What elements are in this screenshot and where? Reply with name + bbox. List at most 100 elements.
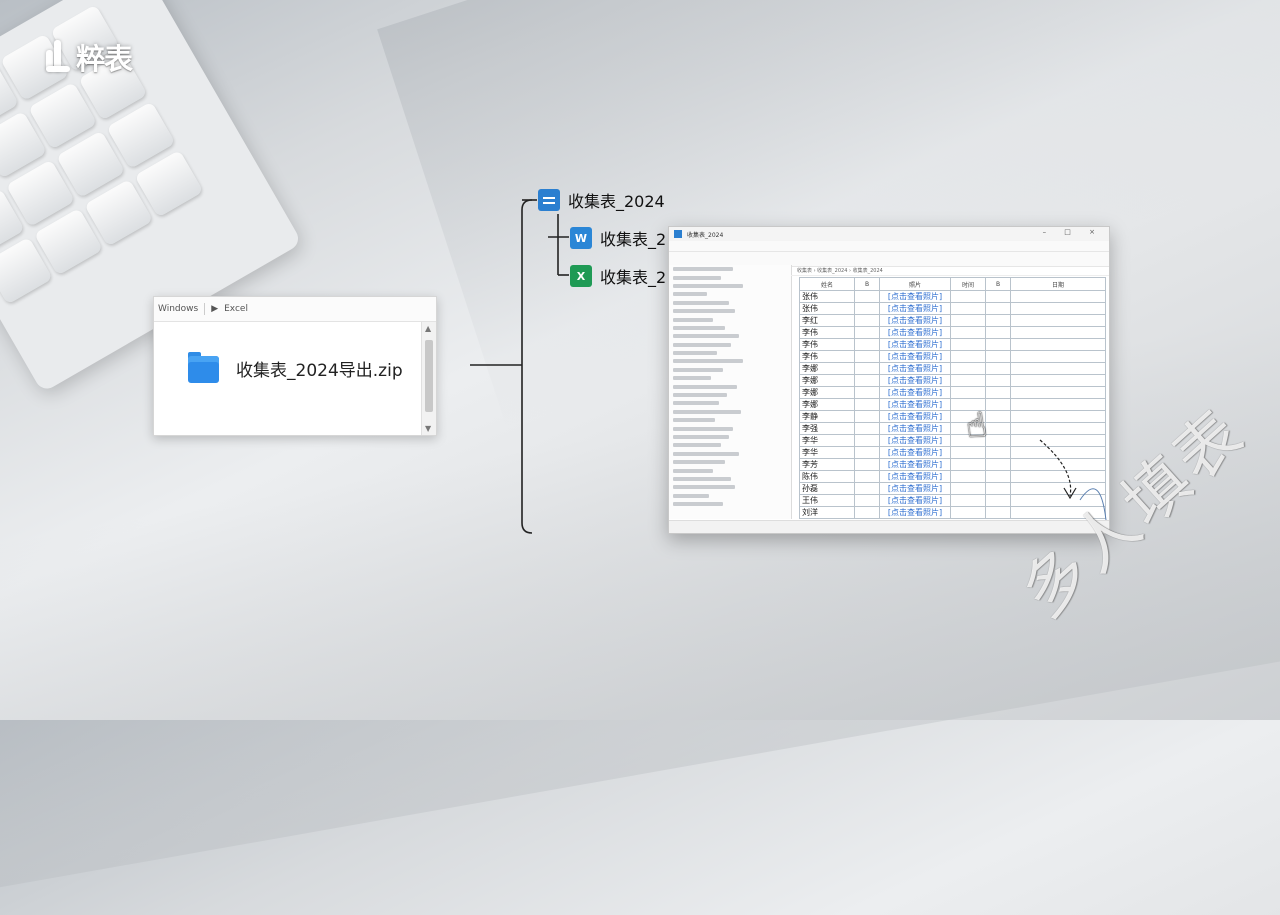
name-cell[interactable]: 孙磊: [799, 482, 855, 495]
side-panel-item[interactable]: [669, 315, 791, 323]
empty-cell[interactable]: [950, 494, 986, 507]
side-panel-item[interactable]: [669, 408, 791, 416]
empty-cell[interactable]: [854, 386, 880, 399]
photo-link[interactable]: [点击查看照片]: [879, 458, 951, 471]
empty-cell[interactable]: [950, 326, 986, 339]
side-panel-item[interactable]: [669, 416, 791, 424]
name-cell[interactable]: 张伟: [799, 302, 855, 315]
column-header[interactable]: 日期: [1010, 277, 1106, 291]
empty-cell[interactable]: [985, 362, 1011, 375]
empty-cell[interactable]: [854, 470, 880, 483]
column-header[interactable]: B: [854, 277, 880, 291]
toolbar-item-windows[interactable]: Windows: [158, 304, 198, 314]
toolbar-item-excel[interactable]: Excel: [224, 304, 248, 314]
side-panel-item[interactable]: [669, 433, 791, 441]
empty-cell[interactable]: [1010, 290, 1106, 303]
empty-cell[interactable]: [950, 506, 986, 519]
empty-cell[interactable]: [985, 446, 1011, 459]
table-row[interactable]: 李伟 [点击查看照片]: [799, 350, 1106, 363]
table-row[interactable]: 李伟 [点击查看照片]: [799, 338, 1106, 351]
name-cell[interactable]: 李华: [799, 446, 855, 459]
empty-cell[interactable]: [854, 494, 880, 507]
side-panel-item[interactable]: [669, 458, 791, 466]
empty-cell[interactable]: [854, 458, 880, 471]
empty-cell[interactable]: [985, 302, 1011, 315]
photo-link[interactable]: [点击查看照片]: [879, 314, 951, 327]
empty-cell[interactable]: [950, 290, 986, 303]
photo-link[interactable]: [点击查看照片]: [879, 494, 951, 507]
empty-cell[interactable]: [1010, 446, 1106, 459]
empty-cell[interactable]: [1010, 338, 1106, 351]
photo-link[interactable]: [点击查看照片]: [879, 434, 951, 447]
empty-cell[interactable]: [985, 458, 1011, 471]
empty-cell[interactable]: [854, 350, 880, 363]
table-row[interactable]: 李娜 [点击查看照片]: [799, 362, 1106, 375]
name-cell[interactable]: 李伟: [799, 350, 855, 363]
empty-cell[interactable]: [950, 446, 986, 459]
empty-cell[interactable]: [985, 398, 1011, 411]
table-row[interactable]: 陈伟 [点击查看照片]: [799, 470, 1106, 483]
side-panel-item[interactable]: [669, 366, 791, 374]
tree-root[interactable]: 收集表_2024: [538, 188, 665, 212]
side-panel-item[interactable]: [669, 475, 791, 483]
side-panel-item[interactable]: [669, 391, 791, 399]
empty-cell[interactable]: [1010, 374, 1106, 387]
empty-cell[interactable]: [985, 326, 1011, 339]
side-panel-item[interactable]: [669, 466, 791, 474]
empty-cell[interactable]: [854, 374, 880, 387]
photo-link[interactable]: [点击查看照片]: [879, 506, 951, 519]
empty-cell[interactable]: [950, 338, 986, 351]
name-cell[interactable]: 李娜: [799, 398, 855, 411]
side-panel-item[interactable]: [669, 273, 791, 281]
empty-cell[interactable]: [985, 494, 1011, 507]
empty-cell[interactable]: [854, 290, 880, 303]
column-header[interactable]: 照片: [879, 277, 951, 291]
name-cell[interactable]: 李娜: [799, 386, 855, 399]
empty-cell[interactable]: [985, 422, 1011, 435]
table-row[interactable]: 李华 [点击查看照片]: [799, 446, 1106, 459]
side-panel-item[interactable]: [669, 483, 791, 491]
empty-cell[interactable]: [950, 302, 986, 315]
empty-cell[interactable]: [1010, 398, 1106, 411]
table-row[interactable]: 李红 [点击查看照片]: [799, 314, 1106, 327]
empty-cell[interactable]: [950, 314, 986, 327]
name-cell[interactable]: 李娜: [799, 362, 855, 375]
name-cell[interactable]: 李华: [799, 434, 855, 447]
side-panel-item[interactable]: [669, 424, 791, 432]
empty-cell[interactable]: [854, 446, 880, 459]
table-row[interactable]: 李娜 [点击查看照片]: [799, 374, 1106, 387]
photo-link[interactable]: [点击查看照片]: [879, 362, 951, 375]
empty-cell[interactable]: [854, 302, 880, 315]
name-cell[interactable]: 李强: [799, 422, 855, 435]
empty-cell[interactable]: [985, 374, 1011, 387]
empty-cell[interactable]: [950, 362, 986, 375]
table-row[interactable]: 张伟 [点击查看照片]: [799, 290, 1106, 303]
empty-cell[interactable]: [854, 506, 880, 519]
side-panel-item[interactable]: [669, 324, 791, 332]
empty-cell[interactable]: [854, 422, 880, 435]
table-row[interactable]: 李娜 [点击查看照片]: [799, 398, 1106, 411]
side-panel-item[interactable]: [669, 500, 791, 508]
side-panel-item[interactable]: [669, 450, 791, 458]
photo-link[interactable]: [点击查看照片]: [879, 446, 951, 459]
photo-link[interactable]: [点击查看照片]: [879, 410, 951, 423]
table-row[interactable]: 李芳 [点击查看照片]: [799, 458, 1106, 471]
table-row[interactable]: 孙磊 [点击查看照片]: [799, 482, 1106, 495]
photo-link[interactable]: [点击查看照片]: [879, 350, 951, 363]
photo-link[interactable]: [点击查看照片]: [879, 374, 951, 387]
empty-cell[interactable]: [854, 434, 880, 447]
empty-cell[interactable]: [1010, 386, 1106, 399]
empty-cell[interactable]: [985, 290, 1011, 303]
photo-link[interactable]: [点击查看照片]: [879, 338, 951, 351]
name-cell[interactable]: 王伟: [799, 494, 855, 507]
empty-cell[interactable]: [985, 338, 1011, 351]
empty-cell[interactable]: [950, 386, 986, 399]
spreadsheet-menubar[interactable]: [669, 241, 1109, 252]
scroll-down-icon[interactable]: ▼: [425, 424, 431, 433]
explorer-scrollbar[interactable]: ▲ ▼: [421, 322, 436, 435]
name-cell[interactable]: 陈伟: [799, 470, 855, 483]
side-panel-item[interactable]: [669, 341, 791, 349]
side-panel-item[interactable]: [669, 382, 791, 390]
photo-link[interactable]: [点击查看照片]: [879, 422, 951, 435]
empty-cell[interactable]: [1010, 326, 1106, 339]
